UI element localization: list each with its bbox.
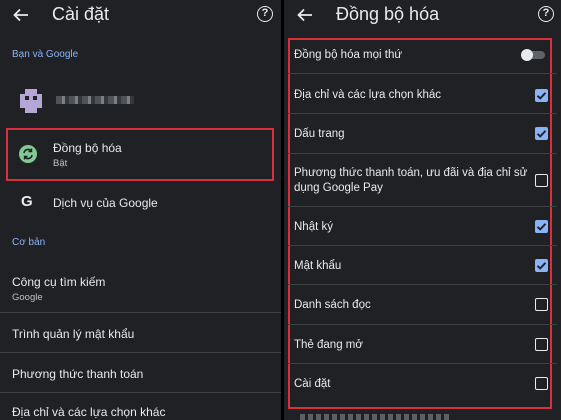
option-bookmarks-label[interactable]: Dấu trang [294, 127, 534, 142]
account-avatar[interactable] [16, 86, 46, 116]
divider [288, 113, 557, 114]
sync-everything-label: Đồng bộ hóa mọi thứ [294, 49, 403, 61]
divider [0, 392, 281, 393]
option-history-checkbox[interactable] [535, 220, 548, 233]
sync-screen: Đồng bộ hóa ? Đồng bộ hóa mọi thứ Địa ch… [284, 0, 561, 420]
sync-everything-toggle[interactable] [521, 49, 545, 61]
search-engine-value: Google [12, 292, 43, 303]
option-bookmarks-checkbox[interactable] [535, 127, 548, 140]
account-email-blurred [56, 96, 134, 104]
divider [288, 245, 557, 246]
divider [288, 73, 557, 74]
divider [288, 363, 557, 364]
divider [288, 284, 557, 285]
option-settings-checkbox[interactable] [535, 377, 548, 390]
google-g-icon: G [21, 193, 33, 210]
option-open-tabs-checkbox[interactable] [535, 338, 548, 351]
help-icon[interactable]: ? [538, 6, 554, 22]
option-payments-label[interactable]: Phương thức thanh toán, ưu đãi và địa ch… [294, 166, 534, 196]
settings-title: Cài đặt [52, 4, 110, 24]
option-addresses-label[interactable]: Địa chỉ và các lựa chọn khác [294, 88, 534, 103]
option-addresses-checkbox[interactable] [535, 89, 548, 102]
search-engine-row[interactable]: Công cụ tìm kiếm Google [12, 275, 271, 303]
sync-highlight-box [6, 128, 274, 181]
payment-methods-label: Phương thức thanh toán [12, 367, 144, 381]
back-arrow-icon[interactable] [296, 6, 314, 24]
addresses-row[interactable]: Địa chỉ và các lựa chọn khác [12, 405, 271, 419]
option-reading-list-checkbox[interactable] [535, 298, 548, 311]
option-settings-label[interactable]: Cài đặt [294, 377, 534, 392]
sync-title: Đồng bộ hóa [336, 4, 440, 24]
password-manager-label: Trình quản lý mật khẩu [12, 327, 135, 341]
toggle-knob [521, 49, 533, 61]
search-engine-label: Công cụ tìm kiếm [12, 275, 106, 289]
option-history-label[interactable]: Nhật ký [294, 220, 534, 235]
section-header-basic: Cơ bản [12, 237, 46, 248]
sync-appbar: Đồng bộ hóa ? [284, 0, 561, 30]
settings-appbar: Cài đặt ? [0, 0, 281, 30]
divider [288, 206, 557, 207]
option-reading-list-label[interactable]: Danh sách đọc [294, 298, 534, 313]
option-open-tabs-label[interactable]: Thẻ đang mở [294, 338, 534, 353]
settings-screen: Cài đặt ? Bạn và Google Đồng bộ hóa Bật … [0, 0, 281, 420]
section-header-account: Bạn và Google [12, 49, 79, 60]
option-passwords-label[interactable]: Mật khẩu [294, 259, 534, 274]
divider [0, 352, 281, 353]
google-services-label: Dịch vụ của Google [53, 196, 158, 210]
divider [288, 153, 557, 154]
option-passwords-checkbox[interactable] [535, 259, 548, 272]
google-services-row[interactable]: Dịch vụ của Google [53, 196, 271, 210]
back-arrow-icon[interactable] [12, 6, 30, 24]
divider [288, 324, 557, 325]
cut-off-row-text [300, 414, 450, 420]
payment-methods-row[interactable]: Phương thức thanh toán [12, 367, 271, 381]
addresses-label: Địa chỉ và các lựa chọn khác [12, 405, 166, 419]
option-payments-checkbox[interactable] [535, 174, 548, 187]
help-icon[interactable]: ? [257, 6, 273, 22]
password-manager-row[interactable]: Trình quản lý mật khẩu [12, 327, 271, 341]
divider [0, 312, 281, 313]
